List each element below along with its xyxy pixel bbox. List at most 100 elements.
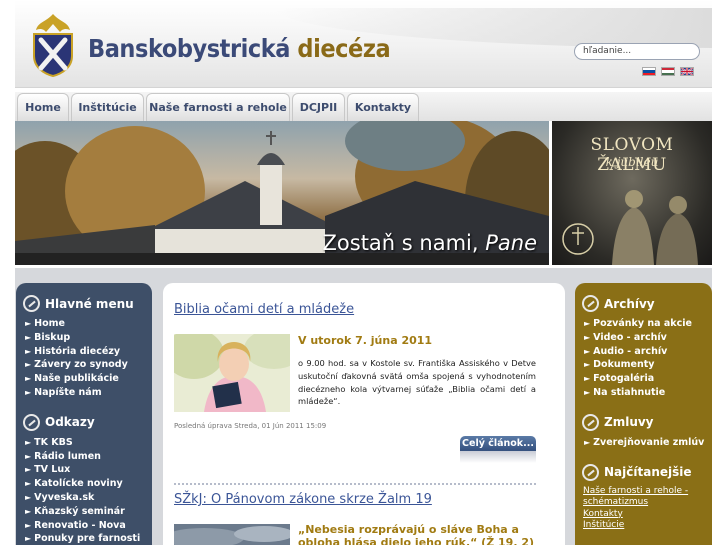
psalm-promo-banner[interactable]: SLOVOM ŽALMU k jubileu [552, 121, 712, 265]
site-title[interactable]: Banskobystrická diecéza [88, 34, 391, 63]
most-read-list: Naše farnosti a rehole - schématizmus Ko… [583, 486, 712, 532]
arrow-right-icon: ► [584, 332, 591, 342]
most-read-link[interactable]: Inštitúcie [583, 520, 712, 532]
link-item[interactable]: ► Kňazský seminár [25, 505, 152, 519]
main-menu-list: ► Home ► Biskup ► História diecézy ► Závery … [25, 317, 152, 400]
menu-item-biskup[interactable]: ► Biskup [25, 331, 152, 345]
arrow-right-icon: ► [25, 534, 32, 544]
tab-farnosti[interactable]: Naše farnosti a rehole [146, 93, 290, 121]
arrow-right-icon: ► [584, 319, 591, 328]
menu-item-zavery[interactable]: ► Závery zo synody [25, 358, 152, 372]
child-with-bible-photo [174, 334, 290, 412]
link-item[interactable]: ► Rádio lumen [25, 450, 152, 464]
menu-item-publikacie[interactable]: ► Naše publikácie [25, 372, 152, 386]
pencil-icon [23, 295, 40, 312]
tab-dcjpii[interactable]: DCJPII [292, 93, 345, 121]
left-sidebar: Hlavné menu ► Home ► Biskup ► História diec… [16, 283, 152, 545]
hungarian-flag-icon[interactable] [661, 67, 675, 76]
article-subtitle: „Nebesia rozprávajú o sláve Boha a obloh… [298, 523, 535, 545]
arrow-right-icon: ► [25, 492, 32, 502]
contracts-list: ► Zverejňovanie zmlúv [584, 436, 712, 450]
arrow-right-icon: ► [25, 520, 32, 530]
pencil-icon [582, 463, 599, 481]
arrow-right-icon: ► [25, 437, 32, 447]
archive-item[interactable]: ► Na stiahnutie [584, 386, 712, 400]
contracts-title: Zmluvy [604, 415, 654, 430]
links-list: ► TK KBS ► Rádio lumen ► TV Lux ► Katolícke … [25, 436, 152, 545]
language-switcher [642, 67, 694, 76]
pencil-icon [582, 295, 599, 312]
article-last-modified: Posledná úprava Streda, 01 Jún 2011 15:0… [174, 422, 327, 430]
archive-item[interactable]: ► Fotogaléria [584, 372, 712, 386]
arrow-right-icon: ► [25, 332, 32, 342]
saints-illustration [562, 190, 698, 265]
pencil-icon [23, 413, 40, 431]
diocese-crest-logo[interactable] [28, 12, 78, 78]
search-input[interactable]: hľadanie... [574, 43, 700, 60]
banner-caption-italic: Pane [485, 231, 537, 255]
menu-item-historia[interactable]: ► História diecézy [25, 345, 152, 359]
arrow-right-icon: ► [584, 387, 591, 397]
link-item[interactable]: ► Katolícke noviny [25, 477, 152, 491]
article-title-link[interactable]: Biblia očami detí a mládeže [174, 302, 354, 317]
contracts-heading: Zmluvy [582, 413, 712, 431]
arrow-right-icon: ► [25, 506, 32, 516]
links-heading: Odkazy [23, 413, 152, 431]
contracts-item[interactable]: ► Zverejňovanie zmlúv [584, 436, 712, 450]
arrow-right-icon: ► [25, 465, 32, 475]
article-thumbnail[interactable] [174, 334, 290, 412]
main-menu-title: Hlavné menu [45, 296, 134, 311]
link-item[interactable]: ► TK KBS [25, 436, 152, 450]
main-menu-heading: Hlavné menu [23, 295, 152, 312]
arrow-right-icon: ► [584, 360, 591, 370]
arrow-right-icon: ► [25, 319, 32, 328]
link-item[interactable]: ► Ponuky pre farnosti [25, 532, 152, 545]
link-item[interactable]: ► TV Lux [25, 463, 152, 477]
article-subtitle: V utorok 7. júna 2011 [298, 334, 433, 347]
tab-kontakty[interactable]: Kontakty [347, 93, 419, 121]
archive-item[interactable]: ► Audio - archív [584, 345, 712, 359]
hero-banner[interactable]: Zostaň s nami, Pane [15, 121, 549, 265]
tab-institucie[interactable]: Inštitúcie [71, 93, 144, 121]
pencil-icon [582, 413, 599, 431]
menu-item-home[interactable]: ► Home [25, 317, 152, 331]
link-item[interactable]: ► Renovatio - Nova [25, 519, 152, 533]
article-divider [174, 483, 536, 485]
arrow-right-icon: ► [25, 387, 32, 397]
banner-caption: Zostaň s nami, Pane [323, 231, 537, 255]
most-read-link[interactable]: Naše farnosti a rehole - schématizmus [583, 486, 712, 509]
archive-item[interactable]: ► Dokumenty [584, 358, 712, 372]
right-sidebar: Archívy ► Pozvánky na akcie ► Video - arch… [575, 283, 712, 545]
arrow-right-icon: ► [25, 346, 32, 356]
arrow-right-icon: ► [584, 374, 591, 384]
article-body: o 9.00 hod. sa v Kostole sv. Františka A… [298, 358, 536, 407]
archive-list: ► Pozvánky na akcie ► Video - archív ► Audi… [584, 317, 712, 400]
links-title: Odkazy [45, 415, 95, 430]
arrow-right-icon: ► [25, 451, 32, 461]
article-title-link[interactable]: SŽkJ: O Pánovom zákone skrze Žalm 19 [174, 492, 432, 507]
arrow-right-icon: ► [584, 437, 591, 447]
archive-title: Archívy [604, 296, 655, 311]
english-flag-icon[interactable] [680, 67, 694, 76]
read-more-button-shadow [460, 451, 536, 463]
read-more-button[interactable]: Celý článok... [460, 436, 536, 451]
most-read-title: Najčítanejšie [604, 465, 692, 480]
archive-item[interactable]: ► Pozvánky na akcie [584, 317, 712, 331]
most-read-link[interactable]: Kontakty [583, 509, 712, 521]
most-read-heading: Najčítanejšie [582, 463, 712, 481]
slovak-flag-icon[interactable] [642, 67, 656, 76]
archive-item[interactable]: ► Video - archív [584, 331, 712, 345]
arrow-right-icon: ► [25, 360, 32, 370]
site-title-main: Banskobystrická [88, 34, 291, 63]
archive-heading: Archívy [582, 295, 712, 312]
arrow-right-icon: ► [25, 374, 32, 384]
link-item[interactable]: ► Vyveska.sk [25, 491, 152, 505]
article-thumbnail[interactable] [174, 524, 290, 545]
tab-home[interactable]: Home [17, 93, 69, 121]
banner-caption-text: Zostaň s nami, [322, 231, 479, 255]
arrow-right-icon: ► [25, 479, 32, 489]
site-title-accent: diecéza [297, 34, 391, 63]
menu-item-napiste[interactable]: ► Napíšte nám [25, 386, 152, 400]
arrow-right-icon: ► [584, 346, 591, 356]
main-navigation: Home Inštitúcie Naše farnosti a rehole D… [15, 92, 712, 121]
